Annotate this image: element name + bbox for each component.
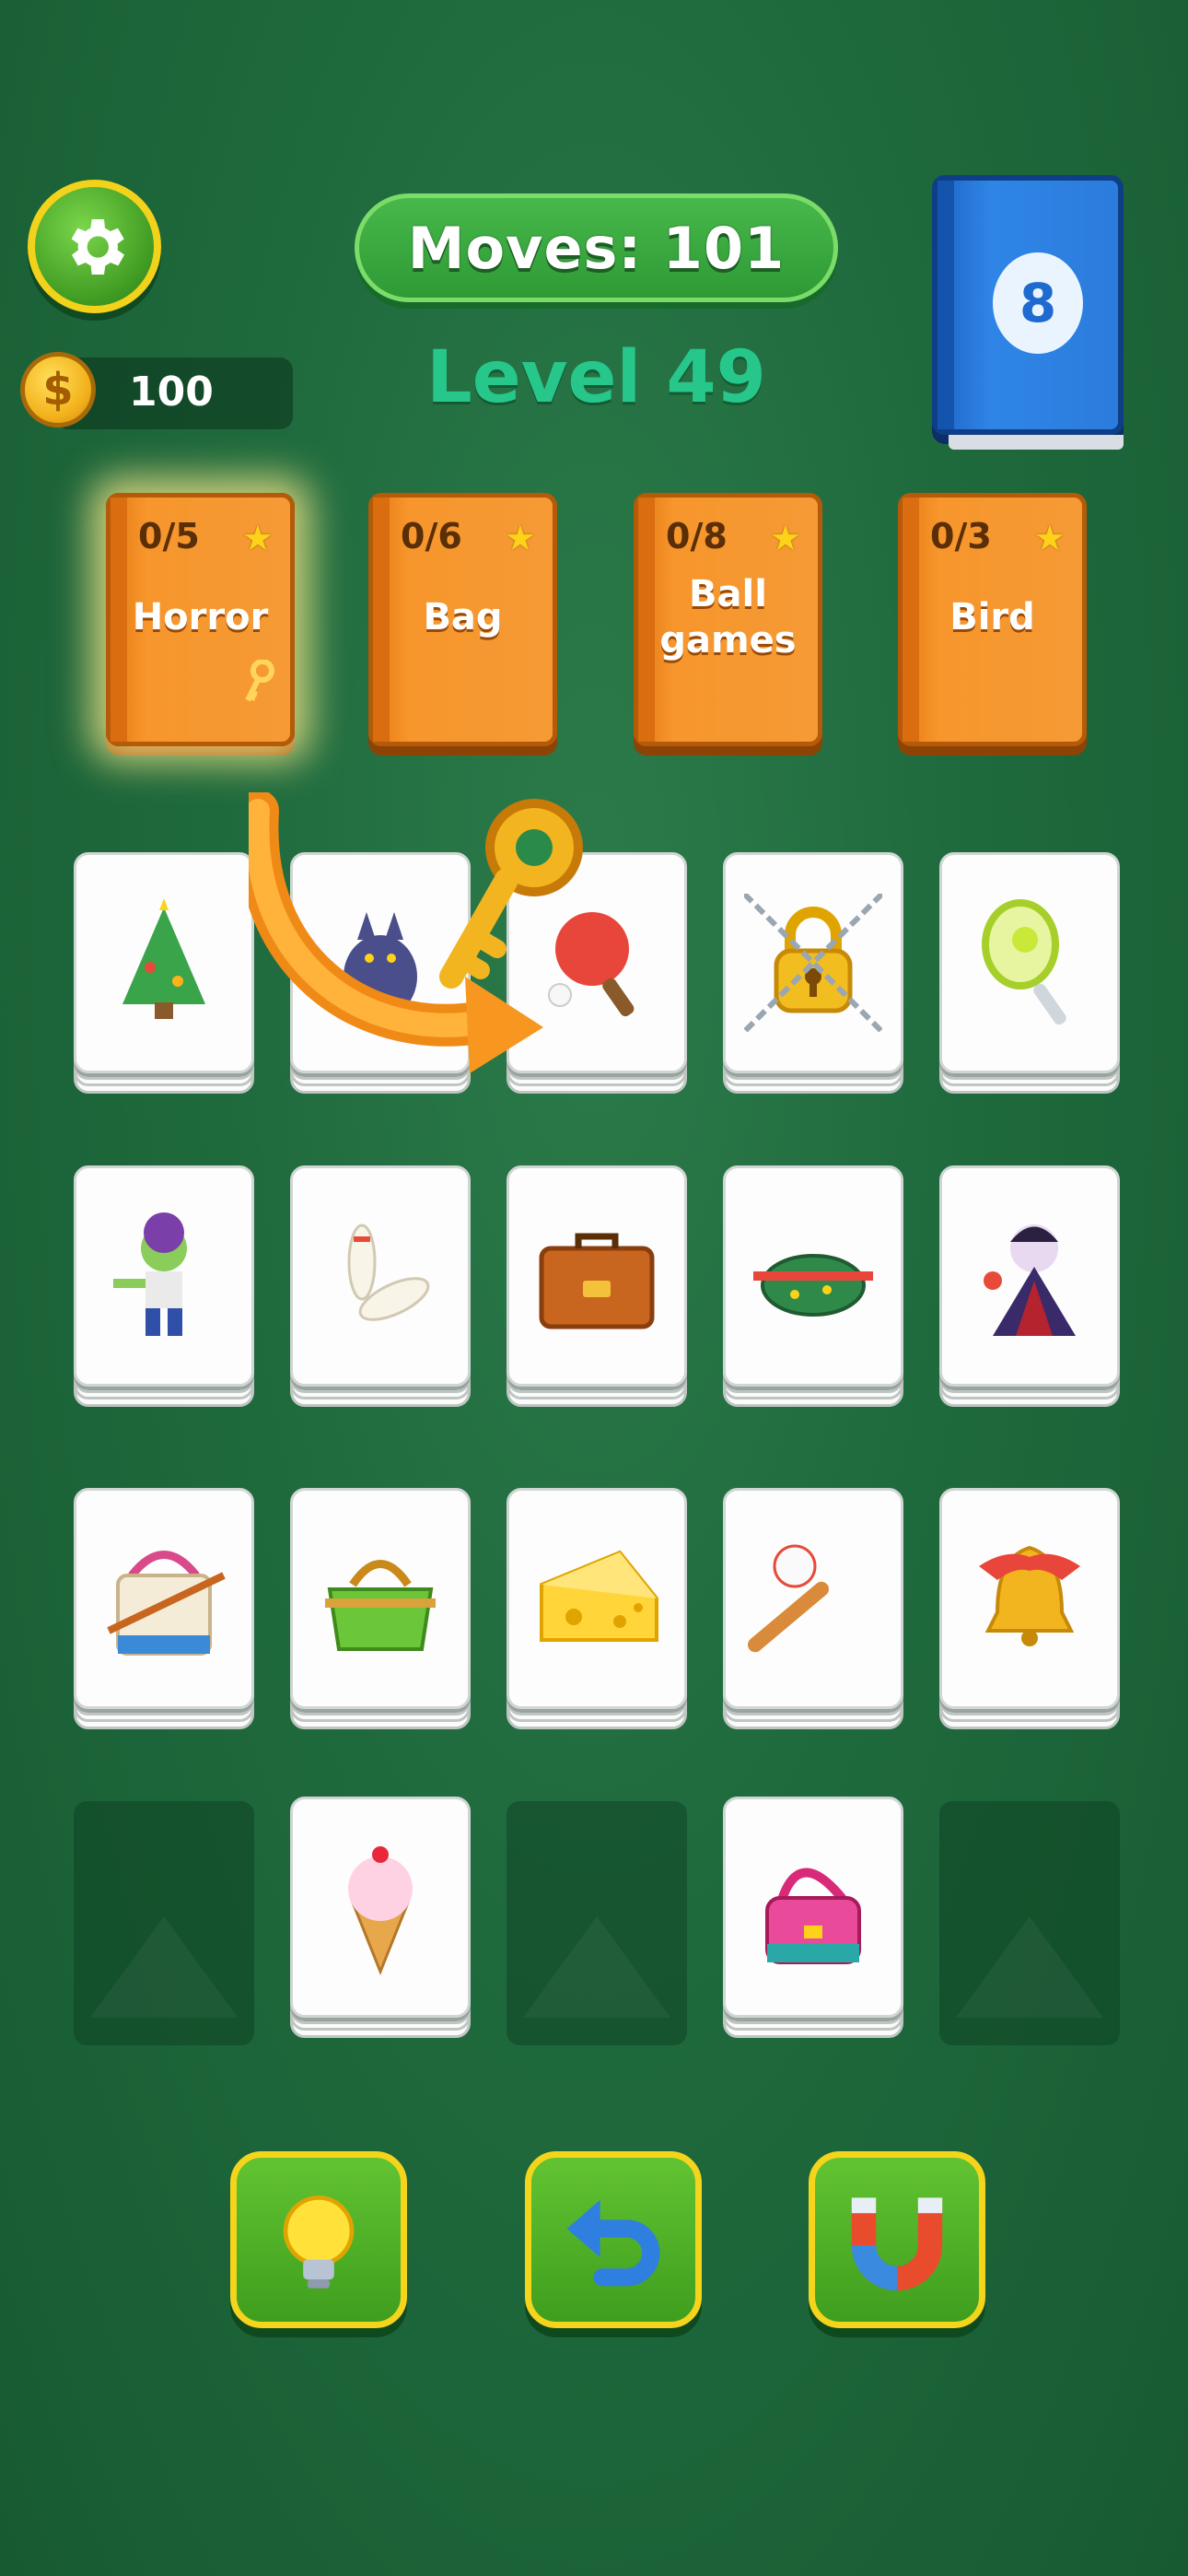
vampire-icon	[984, 1224, 1076, 1336]
tile-stack[interactable]	[507, 1165, 687, 1423]
zombie-icon	[113, 1212, 187, 1336]
tile-stack[interactable]	[723, 1165, 903, 1423]
baseball-bat-icon	[747, 1544, 830, 1653]
tennis-racket-icon	[982, 899, 1066, 1025]
green-handbag-icon	[325, 1560, 436, 1651]
level-title: Level 49	[426, 336, 766, 419]
tile[interactable]	[290, 1165, 471, 1387]
star-icon: ★	[241, 518, 274, 558]
tile[interactable]	[723, 1165, 903, 1387]
tile[interactable]	[723, 1488, 903, 1709]
tile[interactable]	[74, 852, 254, 1073]
moves-counter: Moves: 101	[355, 193, 838, 302]
tile[interactable]	[290, 1488, 471, 1709]
tile-stack[interactable]	[74, 1165, 254, 1423]
tile-stack[interactable]	[939, 1165, 1120, 1423]
undo-icon	[566, 2199, 660, 2287]
tile[interactable]	[290, 1797, 471, 2018]
lightbulb-icon	[283, 2195, 355, 2289]
tile[interactable]	[939, 852, 1120, 1073]
tile-stack[interactable]	[939, 1488, 1120, 1746]
ice-cream-icon	[348, 1846, 413, 1976]
tote-bag-icon	[107, 1551, 226, 1656]
category-progress: 0/5	[138, 516, 200, 556]
tile[interactable]	[723, 1797, 903, 2018]
key-icon	[439, 799, 583, 989]
category-name: Bird	[949, 596, 1035, 638]
deck-count: 8	[993, 252, 1083, 354]
category-name: Ball games	[659, 573, 797, 662]
key-icon	[240, 659, 277, 714]
tile-stack[interactable]	[74, 852, 254, 1110]
magnet-icon	[851, 2197, 943, 2291]
category-book-horror[interactable]: 0/5 ★ Horror	[106, 493, 295, 746]
tile-stack[interactable]	[939, 852, 1120, 1110]
star-icon: ★	[769, 518, 801, 558]
tile-stack[interactable]	[723, 1797, 903, 2055]
category-name: Horror	[132, 596, 269, 638]
tile-stack[interactable]	[723, 852, 903, 1110]
christmas-tree-icon	[122, 898, 205, 1019]
cheese-icon	[540, 1550, 658, 1642]
category-progress: 0/6	[401, 516, 462, 556]
empty-tile-slot	[507, 1801, 687, 2045]
star-icon: ★	[1033, 518, 1066, 558]
tile-stack[interactable]	[290, 1488, 471, 1746]
briefcase-icon	[539, 1233, 655, 1329]
coin-icon: $	[20, 352, 96, 427]
magnet-booster-button[interactable]	[809, 2151, 985, 2328]
coin-balance: 100	[129, 369, 214, 416]
pink-shoulder-bag-icon	[765, 1868, 861, 1964]
tile-stack[interactable]	[290, 1165, 471, 1423]
category-book-bird[interactable]: 0/3 ★ Bird	[898, 493, 1087, 746]
star-icon: ★	[504, 518, 536, 558]
tile[interactable]	[507, 1165, 687, 1387]
tile[interactable]	[939, 1488, 1120, 1709]
hint-booster-button[interactable]	[230, 2151, 407, 2328]
tile[interactable]	[74, 1488, 254, 1709]
gear-icon	[71, 218, 124, 275]
christmas-bell-icon	[979, 1545, 1080, 1646]
category-progress: 0/8	[666, 516, 728, 556]
locked-tile-padlock-icon	[744, 894, 882, 1032]
fanny-pack-icon	[753, 1254, 873, 1317]
category-book-bag[interactable]: 0/6 ★ Bag	[368, 493, 557, 746]
tile-stack[interactable]	[290, 1797, 471, 2055]
undo-booster-button[interactable]	[525, 2151, 702, 2328]
settings-button[interactable]	[28, 180, 161, 313]
tile[interactable]	[74, 1165, 254, 1387]
category-name: Bag	[423, 596, 503, 638]
empty-tile-slot	[74, 1801, 254, 2045]
category-progress: 0/3	[930, 516, 992, 556]
tile[interactable]	[939, 1165, 1120, 1387]
empty-tile-slot	[939, 1801, 1120, 2045]
tile-stack[interactable]	[74, 1488, 254, 1746]
tile[interactable]	[723, 852, 903, 1073]
bowling-pins-icon	[347, 1224, 430, 1321]
category-book-ball-games[interactable]: 0/8 ★ Ball games	[634, 493, 822, 746]
tile[interactable]	[507, 1488, 687, 1709]
tile-stack[interactable]	[507, 1488, 687, 1746]
remaining-deck-book[interactable]: 8	[932, 175, 1124, 450]
tile-stack[interactable]	[723, 1488, 903, 1746]
